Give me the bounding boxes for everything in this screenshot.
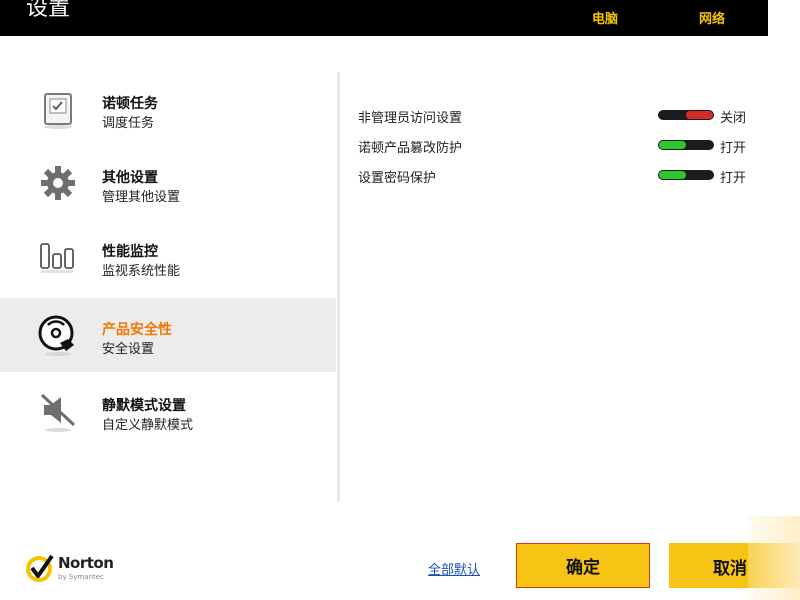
gear-icon bbox=[41, 166, 75, 200]
logo-wordmark: Norton bbox=[58, 554, 114, 572]
sidebar-item-other-settings[interactable]: 其他设置 管理其他设置 bbox=[0, 146, 336, 220]
setting-row-non-admin-access: 非管理员访问设置 关闭 bbox=[358, 100, 758, 130]
sidebar-divider bbox=[337, 72, 340, 502]
cancel-button[interactable]: 取消 bbox=[669, 543, 800, 588]
sidebar-item-product-security[interactable]: 产品安全性 安全设置 bbox=[0, 298, 336, 372]
sidebar: 诺顿任务 调度任务 其他设置 管理其他设置 性能监控 监视系统性能 产品安全性 … bbox=[0, 72, 338, 502]
sidebar-item-subtitle: 调度任务 bbox=[102, 116, 155, 131]
sidebar-item-title: 产品安全性 bbox=[102, 322, 172, 338]
restore-defaults-link[interactable]: 全部默认 bbox=[428, 559, 480, 578]
norton-check-icon bbox=[26, 554, 54, 582]
toggle-switch-on[interactable] bbox=[658, 169, 714, 181]
setting-state: 打开 bbox=[720, 141, 747, 156]
mute-speaker-icon bbox=[40, 393, 76, 432]
disc-shield-icon bbox=[38, 315, 74, 356]
setting-label: 诺顿产品篡改防护 bbox=[358, 141, 463, 156]
sidebar-item-performance[interactable]: 性能监控 监视系统性能 bbox=[0, 220, 336, 294]
setting-row-tamper-protection: 诺顿产品篡改防护 打开 bbox=[358, 130, 758, 160]
setting-state: 打开 bbox=[720, 171, 747, 186]
sidebar-item-silent-mode[interactable]: 静默模式设置 自定义静默模式 bbox=[0, 374, 336, 448]
setting-label: 设置密码保护 bbox=[358, 171, 437, 186]
toggle-switch-off[interactable] bbox=[658, 109, 714, 121]
sidebar-item-subtitle: 监视系统性能 bbox=[102, 264, 181, 279]
performance-bars-icon bbox=[40, 243, 74, 273]
tab-network[interactable]: 网络 bbox=[699, 8, 725, 27]
sidebar-item-subtitle: 安全设置 bbox=[102, 342, 155, 357]
sidebar-item-title: 静默模式设置 bbox=[102, 398, 186, 414]
sidebar-item-norton-tasks[interactable]: 诺顿任务 调度任务 bbox=[0, 72, 336, 146]
sidebar-item-title: 诺顿任务 bbox=[102, 96, 158, 112]
cancel-button-label: 取消 bbox=[713, 559, 747, 579]
setting-state: 关闭 bbox=[720, 111, 747, 126]
sidebar-item-subtitle: 自定义静默模式 bbox=[102, 418, 194, 433]
toggle-switch-on[interactable] bbox=[658, 139, 714, 151]
norton-logo: Norton by Symantec bbox=[24, 548, 124, 588]
setting-label: 非管理员访问设置 bbox=[358, 111, 463, 126]
setting-row-password-protection: 设置密码保护 打开 bbox=[358, 160, 758, 190]
sidebar-item-title: 性能监控 bbox=[102, 244, 158, 260]
logo-byline: by Symantec bbox=[58, 573, 104, 581]
window-title: 设置 bbox=[26, 0, 71, 21]
sidebar-item-title: 其他设置 bbox=[102, 170, 158, 186]
tab-computer[interactable]: 电脑 bbox=[592, 8, 618, 27]
sidebar-item-subtitle: 管理其他设置 bbox=[102, 190, 181, 205]
ok-button-label: 确定 bbox=[566, 558, 600, 578]
title-bar: 设置 电脑 网络 bbox=[0, 0, 768, 36]
task-checklist-icon bbox=[44, 93, 72, 129]
ok-button[interactable]: 确定 bbox=[516, 543, 650, 588]
